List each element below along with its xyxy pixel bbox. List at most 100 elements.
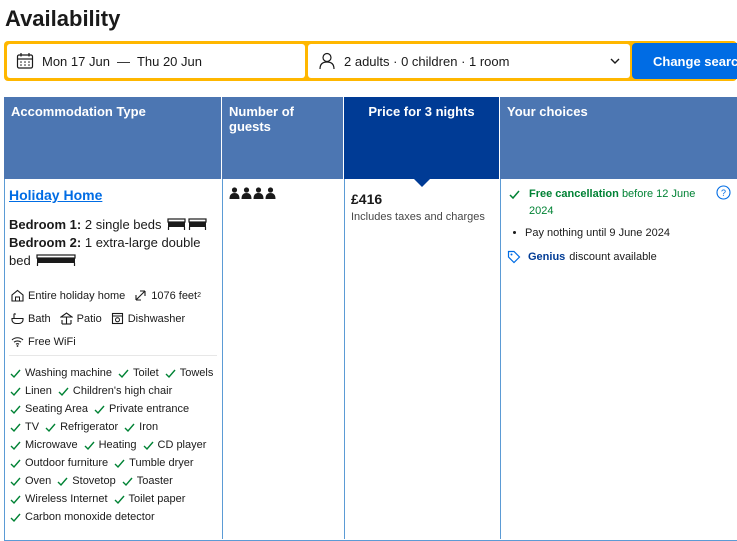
change-search-button[interactable]: Change search bbox=[632, 43, 737, 79]
checkout-date: Thu 20 Jun bbox=[136, 53, 202, 69]
person-icon bbox=[319, 52, 335, 70]
guest-icons bbox=[229, 187, 277, 199]
genius-discount: Genius discount available bbox=[507, 250, 657, 264]
availability-table: Accommodation Type Number of guests Pric… bbox=[4, 97, 737, 541]
amenity-row: Washing machine Toilet Towels bbox=[10, 364, 220, 382]
dishwasher-icon bbox=[111, 312, 123, 325]
check-icon bbox=[10, 459, 21, 468]
amenity-label: CD player bbox=[157, 439, 207, 451]
amenity-label: Oven bbox=[25, 475, 52, 487]
bedroom2-label: Bedroom 2: bbox=[9, 235, 82, 250]
guest-summary: 2 adults · 0 children · 1 room bbox=[344, 53, 510, 69]
amenity-label: Outdoor furniture bbox=[25, 457, 109, 469]
facility-dishwasher: Dishwasher bbox=[111, 312, 185, 325]
header-accommodation-type: Accommodation Type bbox=[4, 97, 222, 179]
amenity-item: TV bbox=[10, 418, 39, 436]
chevron-down-icon bbox=[610, 58, 620, 64]
amenity-label: Private entrance bbox=[109, 403, 190, 415]
check-icon bbox=[10, 477, 21, 486]
amenity-item: Stovetop bbox=[57, 472, 116, 490]
choices-cell: Free cancellation before 12 June 2024 ? … bbox=[501, 179, 737, 539]
bath-icon bbox=[11, 313, 24, 325]
size-icon bbox=[135, 290, 146, 301]
amenity-label: TV bbox=[25, 421, 40, 433]
checkin-date: Mon 17 Jun bbox=[42, 53, 110, 69]
tag-icon bbox=[507, 250, 521, 264]
person-icon bbox=[229, 187, 240, 199]
amenity-item: Refrigerator bbox=[45, 418, 118, 436]
accommodation-cell: Holiday Home Bedroom 1: 2 single beds Be… bbox=[5, 179, 223, 539]
date-picker[interactable]: Mon 17 Jun — Thu 20 Jun bbox=[7, 44, 305, 78]
amenity-item: Seating Area bbox=[10, 400, 88, 418]
facility-list: Entire holiday home 1076 feet 2 Bath Pati… bbox=[11, 284, 216, 353]
amenity-item: Toilet bbox=[118, 364, 159, 382]
genius-label: Genius bbox=[528, 251, 566, 263]
free-cancellation: Free cancellation before 12 June 2024 bbox=[509, 186, 714, 220]
single-bed-icon bbox=[167, 218, 186, 230]
pay-later-note: Pay nothing until 9 June 2024 bbox=[509, 227, 670, 239]
check-icon bbox=[509, 190, 520, 200]
bedroom1-label: Bedroom 1: bbox=[9, 217, 82, 232]
check-icon bbox=[58, 387, 69, 396]
amenity-label: Heating bbox=[98, 439, 137, 451]
pay-later-label: Pay nothing until 9 June 2024 bbox=[525, 227, 670, 239]
bullet bbox=[513, 230, 516, 234]
patio-icon bbox=[59, 312, 73, 325]
page-title: Availability bbox=[5, 6, 121, 31]
amenity-row: Oven Stovetop Toaster bbox=[10, 472, 220, 490]
table-row: Holiday Home Bedroom 1: 2 single beds Be… bbox=[4, 179, 737, 541]
free-cancellation-label: Free cancellation bbox=[529, 188, 619, 200]
amenity-label: Wireless Internet bbox=[25, 493, 108, 505]
facility-label: Free WiFi bbox=[28, 335, 76, 348]
amenity-row: Microwave Heating CD player bbox=[10, 436, 220, 454]
facility-entire-home: Entire holiday home bbox=[11, 289, 125, 302]
person-icon bbox=[265, 187, 276, 199]
amenity-label: Tumble dryer bbox=[129, 457, 194, 469]
check-icon bbox=[114, 459, 125, 468]
person-icon bbox=[253, 187, 264, 199]
amenity-item: CD player bbox=[143, 436, 207, 454]
price-note: Includes taxes and charges bbox=[351, 211, 485, 223]
person-icon bbox=[241, 187, 252, 199]
check-icon bbox=[143, 441, 154, 450]
amenity-item: Towels bbox=[165, 364, 214, 382]
calendar-icon bbox=[16, 53, 34, 69]
bedroom1-beds: 2 single beds bbox=[84, 217, 162, 232]
header-your-choices: Your choices bbox=[507, 104, 588, 119]
date-separator: — bbox=[116, 53, 130, 69]
amenity-row: TV Refrigerator Iron bbox=[10, 418, 220, 436]
single-bed-icon bbox=[188, 218, 207, 230]
check-icon bbox=[10, 387, 21, 396]
amenity-row: Seating Area Private entrance bbox=[10, 400, 220, 418]
amenity-item: Linen bbox=[10, 382, 52, 400]
amenity-row: Outdoor furniture Tumble dryer bbox=[10, 454, 220, 472]
table-header: Accommodation Type Number of guests Pric… bbox=[4, 97, 737, 187]
facility-label: Entire holiday home bbox=[28, 289, 126, 302]
amenity-label: Linen bbox=[25, 385, 52, 397]
amenity-item: Wireless Internet bbox=[10, 490, 108, 508]
size-superscript: 2 bbox=[197, 292, 202, 299]
facility-size: 1076 feet 2 bbox=[134, 289, 201, 302]
check-icon bbox=[84, 441, 95, 450]
header-price-label: Price for 3 nights bbox=[368, 104, 475, 119]
amenity-label: Towels bbox=[179, 367, 214, 379]
unit-name-link[interactable]: Holiday Home bbox=[9, 187, 102, 203]
check-icon bbox=[114, 495, 125, 504]
amenity-item: Tumble dryer bbox=[114, 454, 194, 472]
bed-configuration: Bedroom 1: 2 single beds Bedroom 2: 1 ex… bbox=[9, 216, 209, 270]
double-bed-icon bbox=[36, 254, 76, 266]
facility-label: Dishwasher bbox=[127, 312, 186, 325]
check-icon bbox=[118, 369, 129, 378]
price-value: £416 bbox=[351, 191, 383, 207]
amenity-label: Microwave bbox=[25, 439, 78, 451]
check-icon bbox=[10, 369, 21, 378]
check-icon bbox=[10, 423, 21, 432]
guest-selector[interactable]: 2 adults · 0 children · 1 room bbox=[308, 44, 630, 78]
info-icon[interactable]: ? bbox=[716, 185, 731, 200]
check-icon bbox=[94, 405, 105, 414]
header-price: Price for 3 nights bbox=[344, 97, 500, 187]
check-icon bbox=[122, 477, 133, 486]
amenity-label: Carbon monoxide detector bbox=[25, 511, 155, 523]
wifi-icon bbox=[11, 337, 24, 347]
amenity-label: Seating Area bbox=[25, 403, 88, 415]
